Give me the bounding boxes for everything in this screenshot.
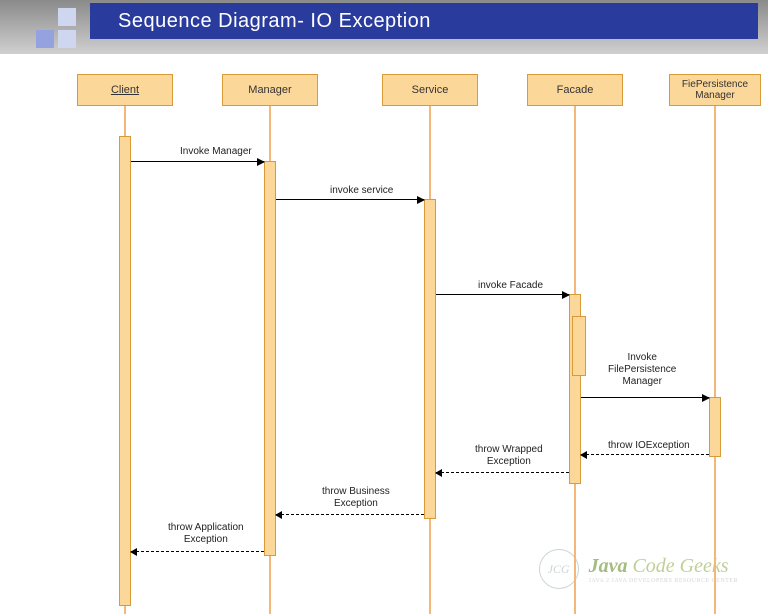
watermark: JCG Java Code Geeks JAVA 2 JAVA DEVELOPE… xyxy=(539,549,738,589)
message-label: invoke service xyxy=(330,185,393,197)
actor-box: FiePersistence Manager xyxy=(669,74,761,106)
message-label: invoke Facade xyxy=(478,280,543,292)
call-arrow xyxy=(436,294,569,295)
message-label: throw Wrapped Exception xyxy=(475,444,543,468)
call-arrow xyxy=(131,161,264,162)
slide-title: Sequence Diagram- IO Exception xyxy=(118,10,431,33)
message-label: throw Application Exception xyxy=(168,522,244,546)
diagram-canvas: JCG Java Code Geeks JAVA 2 JAVA DEVELOPE… xyxy=(0,54,768,614)
return-arrow xyxy=(131,551,264,552)
actor-box: Manager xyxy=(222,74,318,106)
watermark-circle: JCG xyxy=(539,549,579,589)
message-label: Invoke FilePersistence Manager xyxy=(608,352,676,388)
activation-bar xyxy=(119,136,131,606)
activation-bar xyxy=(264,161,276,556)
call-arrow xyxy=(276,199,424,200)
actor-box: Service xyxy=(382,74,478,106)
header-decor-squares xyxy=(36,8,76,48)
title-bar: Sequence Diagram- IO Exception xyxy=(90,3,758,39)
message-label: throw IOException xyxy=(608,440,690,452)
actor-box: Facade xyxy=(527,74,623,106)
return-arrow xyxy=(581,454,709,455)
return-arrow xyxy=(436,472,569,473)
actor-box: Client xyxy=(77,74,173,106)
message-label: Invoke Manager xyxy=(180,146,252,158)
return-arrow xyxy=(276,514,424,515)
call-arrow xyxy=(581,397,709,398)
activation-bar xyxy=(572,316,586,376)
activation-bar xyxy=(709,397,721,457)
slide-header: Sequence Diagram- IO Exception xyxy=(0,0,768,54)
message-label: throw Business Exception xyxy=(322,486,390,510)
lifeline xyxy=(714,104,716,614)
